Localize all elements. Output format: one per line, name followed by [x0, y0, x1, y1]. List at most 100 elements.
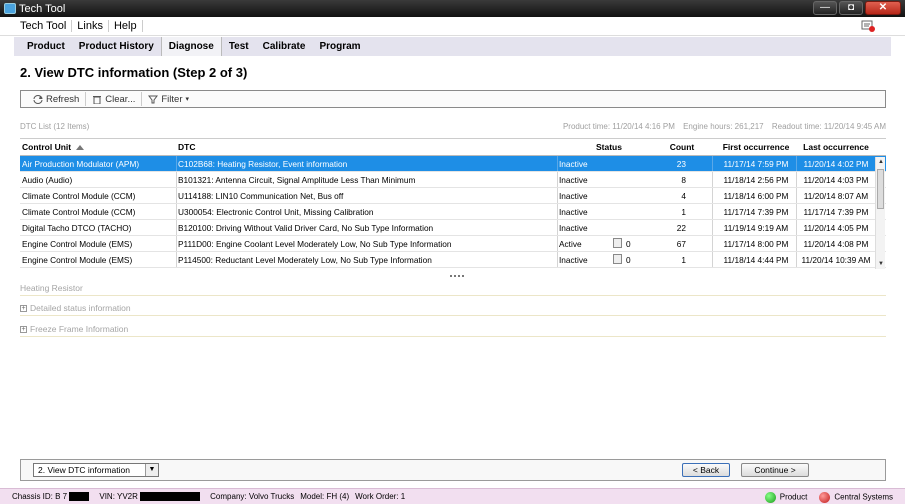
cell-last-occurrence: 11/20/14 4:03 PM [803, 174, 869, 185]
continue-button[interactable]: Continue > [741, 463, 809, 477]
column-header-control-unit[interactable]: Control Unit [22, 139, 172, 155]
expand-icon[interactable]: + [20, 304, 27, 312]
menu-help[interactable]: Help [109, 20, 143, 32]
cell-count: 23 [676, 158, 686, 169]
table-row[interactable]: Climate Control Module (CCM) U300054: Ele… [20, 204, 886, 220]
table-header-row: Control Unit DTC Status Count First occu… [20, 139, 886, 156]
table-row[interactable]: Engine Control Module (EMS) P114500: Redu… [20, 252, 886, 268]
cell-count: 4 [681, 190, 686, 201]
clear-label: Clear... [105, 93, 136, 105]
cell-first-occurrence: 11/17/14 8:00 PM [723, 238, 789, 249]
column-divider [176, 220, 177, 235]
cell-dtc: P114500: Reductant Level Moderately Low,… [178, 254, 432, 265]
column-header-count[interactable]: Count [658, 139, 706, 155]
menu-tech-tool[interactable]: Tech Tool [16, 20, 73, 32]
cell-first-occurrence: 11/18/14 2:56 PM [723, 174, 789, 185]
filter-button[interactable]: Filter ▾ [142, 92, 195, 106]
cell-control-unit: Engine Control Module (EMS) [22, 238, 133, 249]
minimize-button[interactable]: — [813, 1, 837, 15]
cell-last-occurrence: 11/20/14 4:02 PM [803, 158, 869, 169]
clear-button[interactable]: Clear... [86, 92, 143, 106]
tab-test[interactable]: Test [222, 37, 256, 56]
cell-first-occurrence: 11/18/14 6:00 PM [723, 190, 789, 201]
table-row[interactable]: Climate Control Module (CCM) U114188: LIN… [20, 188, 886, 204]
trash-icon [93, 95, 102, 104]
main-content: 2. View DTC information (Step 2 of 3) Re… [14, 56, 891, 486]
window-titlebar: Tech Tool — ◘ ✕ [0, 0, 905, 17]
maximize-button[interactable]: ◘ [839, 1, 863, 15]
menu-links[interactable]: Links [72, 20, 109, 32]
menu-bar: Tech Tool Links Help [0, 17, 905, 36]
feedback-icon[interactable] [861, 20, 875, 32]
cell-last-occurrence: 11/20/14 4:05 PM [803, 222, 869, 233]
table-row[interactable]: Digital Tacho DTCO (TACHO) B120100: Drivi… [20, 220, 886, 236]
expand-icon[interactable]: + [20, 325, 27, 333]
column-divider [796, 156, 797, 171]
column-divider [796, 220, 797, 235]
column-header-first-occurrence[interactable]: First occurrence [716, 139, 796, 155]
tab-diagnose[interactable]: Diagnose [160, 37, 222, 56]
tab-calibrate[interactable]: Calibrate [256, 37, 313, 56]
cell-count: 1 [681, 206, 686, 217]
status-bar: Chassis ID: B 7 VIN: YV2R Company: Volvo… [0, 488, 905, 504]
refresh-button[interactable]: Refresh [27, 92, 87, 106]
column-header-dtc[interactable]: DTC [178, 139, 558, 155]
tab-program[interactable]: Program [312, 37, 367, 56]
cell-first-occurrence: 11/17/14 7:59 PM [723, 158, 789, 169]
section-detailed-status[interactable]: + Detailed status information [20, 301, 886, 316]
redacted-chassis [69, 492, 90, 502]
freeze-frame-icon[interactable] [613, 254, 622, 264]
model: Model: FH (4) [300, 492, 350, 501]
cell-control-unit: Climate Control Module (CCM) [22, 206, 136, 217]
section-detailed-label: Detailed status information [30, 303, 131, 313]
back-button[interactable]: < Back [682, 463, 730, 477]
section-freeze-frame[interactable]: + Freeze Frame Information [20, 322, 886, 337]
column-divider [176, 204, 177, 219]
central-systems-status[interactable]: Central Systems [819, 491, 893, 503]
section-heating-resistor: Heating Resistor [20, 281, 886, 296]
cell-dtc: B101321: Antenna Circuit, Signal Amplitu… [178, 174, 416, 185]
scroll-down-icon[interactable]: ▼ [876, 259, 886, 269]
column-header-status[interactable]: Status [579, 139, 639, 155]
column-divider [176, 236, 177, 251]
dtc-list-header: DTC List (12 Items) Product time: 11/20/… [20, 122, 886, 134]
cell-last-occurrence: 11/20/14 4:08 PM [803, 238, 869, 249]
splitter-handle[interactable] [450, 268, 472, 277]
column-divider [712, 172, 713, 187]
table-row[interactable]: Engine Control Module (EMS) P111D00: Engi… [20, 236, 886, 252]
table-row[interactable]: Audio (Audio) B101321: Antenna Circuit, S… [20, 172, 886, 188]
column-divider [796, 188, 797, 203]
tab-product[interactable]: Product [20, 37, 72, 56]
column-divider [796, 204, 797, 219]
chevron-down-icon[interactable]: ▼ [145, 464, 158, 476]
table-scrollbar[interactable]: ▲ ▼ [875, 157, 885, 269]
product-time: Product time: 11/20/14 4:16 PM [562, 122, 675, 131]
scroll-up-icon[interactable]: ▲ [876, 157, 886, 167]
freeze-frame-icon[interactable] [613, 238, 622, 248]
close-button[interactable]: ✕ [865, 1, 901, 15]
cell-dtc: U114188: LIN10 Communication Net, Bus of… [178, 190, 344, 201]
product-status[interactable]: Product [764, 491, 807, 503]
column-divider [712, 188, 713, 203]
cell-count: 67 [676, 238, 686, 249]
cell-count: 1 [681, 254, 686, 265]
cell-dtc: P111D00: Engine Coolant Level Moderately… [178, 238, 452, 249]
window-controls: — ◘ ✕ [813, 1, 901, 15]
chassis-id: Chassis ID: B 7 [12, 492, 90, 502]
scroll-thumb[interactable] [877, 169, 884, 209]
cell-dtc: C102B68: Heating Resistor, Event informa… [178, 158, 348, 169]
tab-product-history[interactable]: Product History [72, 37, 161, 56]
refresh-icon [33, 94, 43, 104]
section-freeze-label: Freeze Frame Information [30, 324, 129, 334]
column-header-last-occurrence[interactable]: Last occurrence [796, 139, 876, 155]
status-indicators: Product Central Systems [764, 489, 893, 504]
cell-control-unit: Digital Tacho DTCO (TACHO) [22, 222, 132, 233]
step-select-value: 2. View DTC information [38, 465, 130, 475]
cell-dtc: U300054: Electronic Control Unit, Missin… [178, 206, 374, 217]
table-row[interactable]: Air Production Modulator (APM) C102B68: H… [20, 156, 886, 172]
column-divider [712, 252, 713, 267]
filter-label: Filter [161, 93, 183, 105]
cell-last-occurrence: 11/20/14 10:39 AM [801, 254, 871, 265]
step-select[interactable]: 2. View DTC information ▼ [33, 463, 159, 477]
cell-first-occurrence: 11/18/14 4:44 PM [723, 254, 789, 265]
